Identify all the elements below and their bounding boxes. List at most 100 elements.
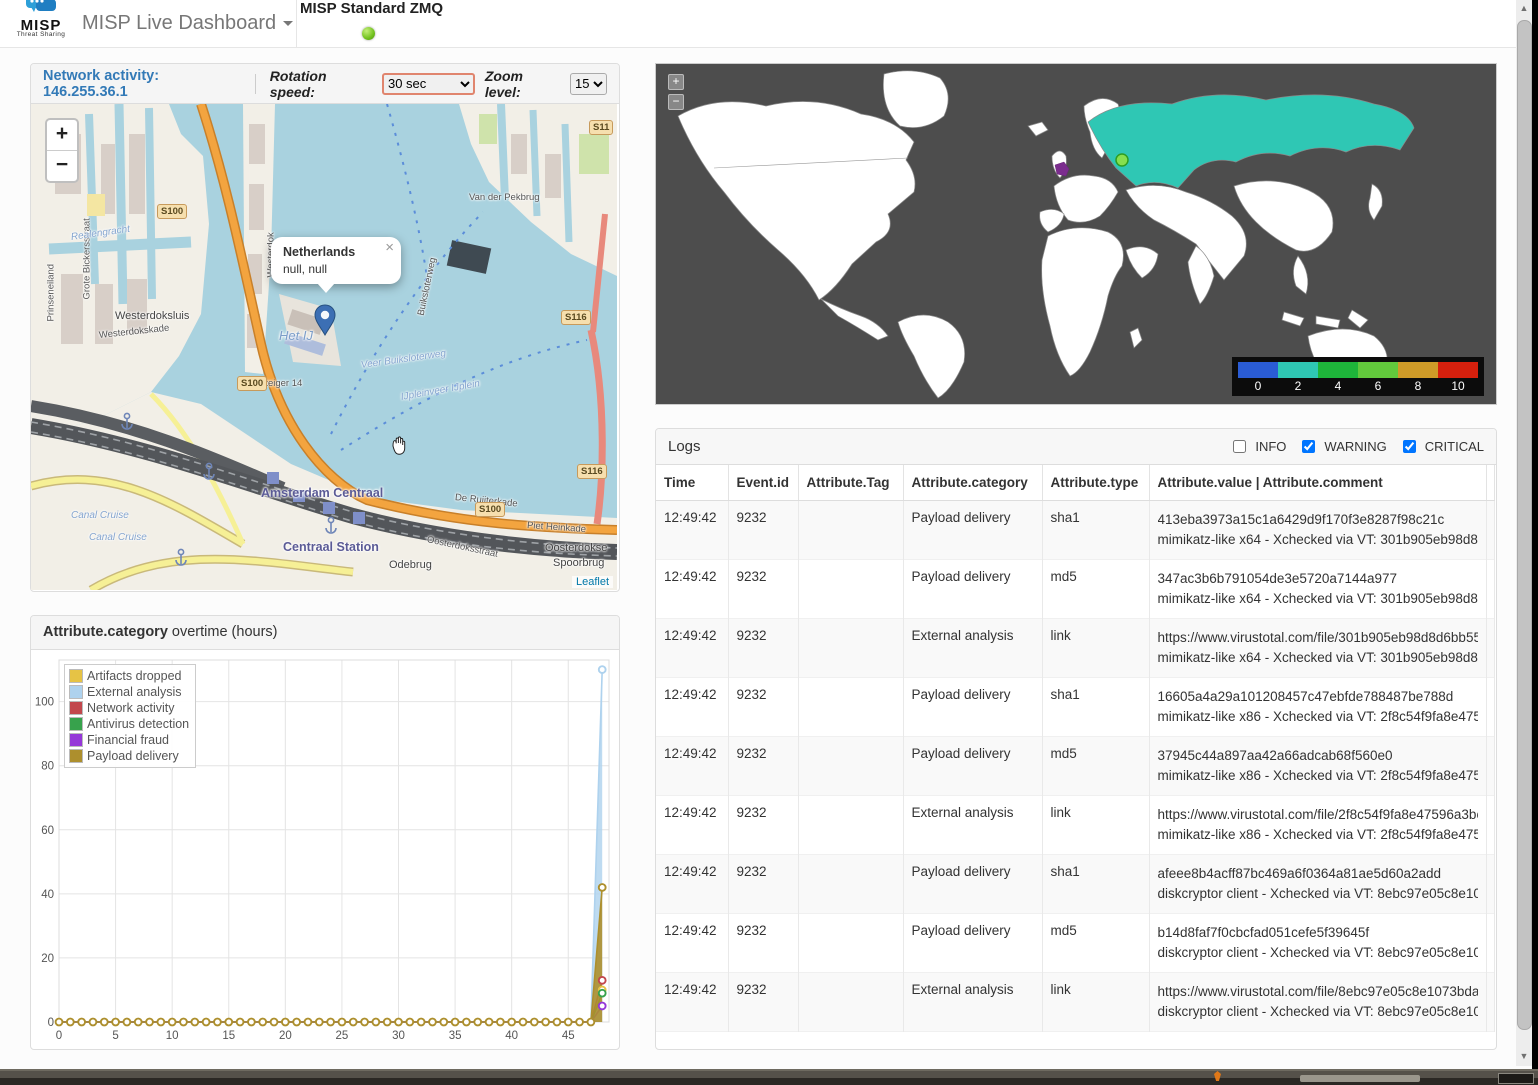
filter-checkbox-warning[interactable]: [1302, 440, 1315, 453]
svg-text:20: 20: [41, 953, 54, 965]
filter-checkbox-info[interactable]: [1233, 440, 1246, 453]
misp-logo[interactable]: MISP Threat Sharing: [10, 0, 72, 47]
header-divider: [255, 74, 256, 94]
popup-country: Netherlands: [283, 245, 391, 259]
log-cell: [798, 737, 903, 796]
legend-swatch: [69, 685, 83, 699]
taskbar-item[interactable]: [1300, 1075, 1420, 1082]
log-cell: 12:49:42: [656, 619, 728, 678]
network-activity-panel: Network activity: 146.255.36.1 Rotation …: [30, 63, 620, 592]
attribute-comment: mimikatz-like x64 - Xchecked via VT: 301…: [1158, 648, 1478, 668]
taskbar-pencil-icon[interactable]: [1214, 1071, 1221, 1081]
legend-label: Financial fraud: [87, 733, 169, 747]
logs-table-header: TimeEvent.idAttribute.TagAttribute.categ…: [656, 465, 1494, 501]
chart-title-bold: Attribute.category: [43, 624, 168, 640]
log-cell: 12:49:42: [656, 796, 728, 855]
map-place-label: Van der Pekbrug: [469, 192, 540, 203]
taskbar-tray[interactable]: [1498, 1073, 1534, 1084]
legend-item: Network activity: [69, 700, 189, 716]
road-badge: S116: [561, 310, 591, 325]
log-value-cell: 37945c44a897aa42a66adcab68f560e0mimikatz…: [1149, 737, 1486, 796]
vertical-scrollbar[interactable]: ▲ ▼: [1516, 0, 1532, 1066]
chart-title-rest: overtime (hours): [168, 624, 278, 640]
log-value-cell: 16605a4a29a101208457c47ebfde788487be788d…: [1149, 678, 1486, 737]
log-cell: link: [1042, 619, 1149, 678]
leaflet-attribution-link[interactable]: Leaflet: [572, 576, 613, 588]
log-cell: 9232: [728, 973, 798, 1032]
log-cell: External analysis: [903, 796, 1042, 855]
attribute-value: https://www.virustotal.com/file/2f8c54f9…: [1158, 805, 1478, 825]
log-row: 12:49:429232Payload deliverymd5347ac3b6b…: [656, 560, 1494, 619]
log-cell: sha1: [1042, 678, 1149, 737]
svg-text:35: 35: [449, 1030, 462, 1042]
attribute-comment: diskcryptor client - Xchecked via VT: 8e…: [1158, 943, 1478, 963]
zoom-level-select[interactable]: 15: [570, 73, 607, 95]
road-badge: S100: [475, 502, 505, 517]
scale-swatch: [1238, 362, 1278, 378]
column-header: Time: [656, 465, 728, 501]
log-value-cell: https://www.virustotal.com/file/301b905e…: [1149, 619, 1486, 678]
svg-text:40: 40: [41, 889, 54, 901]
brand-name: MISP: [10, 21, 72, 31]
map-place-label: Het IJ: [279, 328, 313, 343]
log-cell: [798, 619, 903, 678]
world-zoom-in-button[interactable]: +: [668, 74, 684, 90]
map-zoom-control: + −: [45, 118, 79, 183]
road-badge: S11: [589, 120, 613, 135]
map-place-label: Prinseneiland: [46, 264, 57, 322]
scroll-up-button[interactable]: ▲: [1516, 0, 1532, 16]
log-row: 12:49:429232External analysislinkhttps:/…: [656, 619, 1494, 678]
legend-swatch: [69, 733, 83, 747]
log-row: 12:49:429232Payload deliverymd537945c44a…: [656, 737, 1494, 796]
leaflet-map[interactable]: + − × Netherlands null, null Westerdoksl: [31, 104, 617, 590]
svg-text:40: 40: [505, 1030, 518, 1042]
country-russia: [1088, 95, 1414, 188]
svg-text:80: 80: [41, 761, 54, 773]
world-map-zoom-control: + −: [668, 74, 684, 114]
world-map: [656, 64, 1494, 402]
log-value-cell: b14d8faf7f0cbcfad051cefe5f39645fdiskcryp…: [1149, 914, 1486, 973]
filter-label: CRITICAL: [1425, 439, 1484, 454]
log-cell: 9232: [728, 678, 798, 737]
svg-text:100: 100: [35, 697, 54, 709]
attribute-value: https://www.virustotal.com/file/301b905e…: [1158, 628, 1478, 648]
legend-swatch: [69, 749, 83, 763]
scale-swatch: [1438, 362, 1478, 378]
filter-checkbox-critical[interactable]: [1403, 440, 1416, 453]
log-cell: Payload delivery: [903, 560, 1042, 619]
log-cell: link: [1042, 973, 1149, 1032]
world-zoom-out-button[interactable]: −: [668, 94, 684, 110]
chart-panel-header: Attribute.category overtime (hours): [31, 616, 619, 650]
legend-label: Network activity: [87, 701, 175, 715]
scrollbar-thumb[interactable]: [1517, 20, 1532, 1030]
svg-text:10: 10: [166, 1030, 179, 1042]
log-cell: Payload delivery: [903, 678, 1042, 737]
scroll-down-button[interactable]: ▼: [1516, 1048, 1532, 1064]
dashboard-menu[interactable]: MISP Live Dashboard: [82, 0, 293, 47]
chart-legend: Artifacts droppedExternal analysisNetwor…: [64, 664, 196, 768]
map-zoom-in-button[interactable]: +: [47, 120, 77, 151]
log-row: 12:49:429232 Payload deliverysha116605a4a…: [656, 678, 1494, 737]
map-place-label: Oosterdokse: [545, 542, 607, 554]
log-cell: External analysis: [903, 619, 1042, 678]
svg-text:30: 30: [392, 1030, 405, 1042]
svg-text:60: 60: [41, 825, 54, 837]
attribute-comment: diskcryptor client - Xchecked via VT: 8e…: [1158, 884, 1478, 904]
log-cell: link: [1042, 796, 1149, 855]
map-zoom-out-button[interactable]: −: [47, 151, 77, 181]
rotation-speed-select[interactable]: 30 sec: [382, 73, 475, 95]
popup-close-icon[interactable]: ×: [385, 239, 394, 256]
scale-swatches: [1238, 362, 1478, 378]
world-map-panel: + −: [655, 63, 1497, 405]
road-badge: S100: [237, 376, 267, 391]
misp-live-dashboard: MISP Threat Sharing MISP Live Dashboard …: [0, 0, 1538, 1085]
scale-tick-label: 8: [1398, 378, 1438, 394]
network-activity-title[interactable]: Network activity: 146.255.36.1: [43, 68, 241, 100]
log-cell: 12:49:42: [656, 678, 728, 737]
column-header: Attribute.Tag: [798, 465, 903, 501]
legend-label: Payload delivery: [87, 749, 179, 763]
log-cell: [798, 501, 903, 560]
log-cell: 9232: [728, 737, 798, 796]
log-cell: 12:49:42: [656, 737, 728, 796]
popup-coordinates: null, null: [283, 262, 391, 276]
